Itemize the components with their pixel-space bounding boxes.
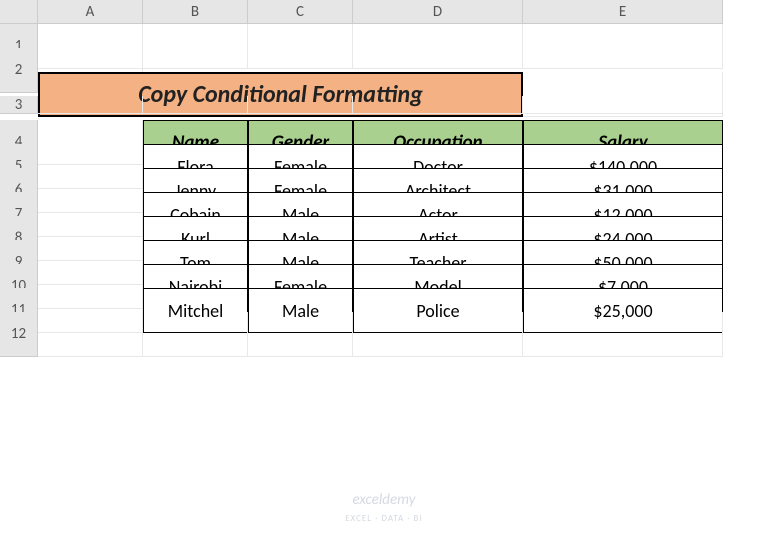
cell[interactable] [523,96,723,114]
cell[interactable] [248,24,353,69]
cell[interactable] [353,312,523,357]
cell[interactable] [353,96,523,114]
cell[interactable] [248,96,353,114]
row-header[interactable]: 3 [0,96,38,114]
column-header[interactable]: C [248,0,353,24]
watermark-subtext: EXCEL · DATA · BI [345,513,422,524]
spreadsheet-grid: A B C D E 1 2 Copy Conditional Formattin… [0,0,768,336]
column-header[interactable]: B [143,0,248,24]
cell[interactable] [523,24,723,69]
column-header[interactable]: D [353,0,523,24]
select-all-corner[interactable] [0,0,38,24]
cell[interactable] [248,312,353,357]
cell[interactable] [143,312,248,357]
cell[interactable] [143,96,248,114]
column-header[interactable]: A [38,0,143,24]
cell[interactable] [143,24,248,69]
cell[interactable] [353,24,523,69]
cell[interactable] [523,312,723,357]
row-header[interactable]: 2 [0,48,38,93]
row-header[interactable]: 12 [0,312,38,357]
cell[interactable] [38,96,143,114]
column-header[interactable]: E [523,0,723,24]
watermark: exceldemy EXCEL · DATA · BI [345,492,422,525]
cell[interactable] [38,312,143,357]
watermark-text: exceldemy [353,491,416,509]
